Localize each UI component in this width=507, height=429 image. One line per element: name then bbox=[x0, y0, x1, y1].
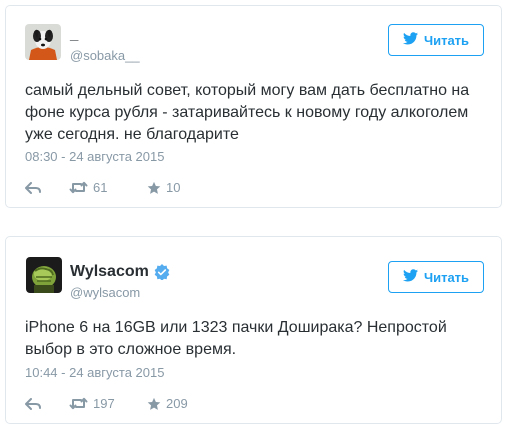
tweet-text: iPhone 6 на 16GB или 1323 пачки Доширака… bbox=[25, 319, 447, 358]
retweet-icon bbox=[69, 181, 88, 194]
tweet-card: _ @sobaka__ Читать самый дельный совет, … bbox=[5, 5, 502, 208]
tweet-text: самый дельный совет, который могу вам да… bbox=[25, 82, 470, 143]
display-name-text[interactable]: _ bbox=[70, 26, 78, 43]
favorite-count: 10 bbox=[166, 180, 181, 195]
star-icon bbox=[147, 181, 161, 195]
star-icon bbox=[147, 397, 161, 411]
reply-icon bbox=[25, 181, 41, 194]
tweet-timestamp[interactable]: 08:30 - 24 августа 2015 bbox=[25, 149, 164, 164]
tweet-actions: 61 10 bbox=[25, 180, 180, 195]
display-name[interactable]: _ bbox=[70, 26, 78, 43]
retweet-button[interactable]: 61 bbox=[69, 180, 147, 195]
retweet-count: 61 bbox=[93, 180, 108, 195]
favorite-count: 209 bbox=[166, 396, 188, 411]
follow-label: Читать bbox=[423, 32, 470, 48]
tweet-card: Wylsacom @wylsacom Читать iPhone 6 на 16… bbox=[5, 236, 502, 424]
avatar-dog[interactable] bbox=[25, 24, 61, 60]
follow-button[interactable]: Читать bbox=[388, 261, 484, 293]
reply-button[interactable] bbox=[25, 397, 69, 410]
display-name-text[interactable]: Wylsacom bbox=[70, 263, 149, 281]
twitter-bird-icon bbox=[402, 32, 418, 48]
favorite-button[interactable]: 209 bbox=[147, 396, 188, 411]
retweet-count: 197 bbox=[93, 396, 115, 411]
follow-button[interactable]: Читать bbox=[388, 24, 484, 56]
twitter-bird-icon bbox=[402, 269, 418, 285]
verified-badge-icon bbox=[154, 264, 170, 281]
follow-label: Читать bbox=[423, 269, 470, 285]
display-name[interactable]: Wylsacom bbox=[70, 263, 170, 281]
user-handle[interactable]: @wylsacom bbox=[70, 285, 140, 300]
reply-icon bbox=[25, 397, 41, 410]
user-handle[interactable]: @sobaka__ bbox=[70, 48, 140, 63]
retweet-button[interactable]: 197 bbox=[69, 396, 147, 411]
tweet-actions: 197 209 bbox=[25, 396, 188, 411]
tweet-timestamp[interactable]: 10:44 - 24 августа 2015 bbox=[25, 365, 164, 380]
favorite-button[interactable]: 10 bbox=[147, 180, 180, 195]
retweet-icon bbox=[69, 397, 88, 410]
reply-button[interactable] bbox=[25, 181, 69, 194]
avatar-fist[interactable] bbox=[26, 257, 62, 293]
